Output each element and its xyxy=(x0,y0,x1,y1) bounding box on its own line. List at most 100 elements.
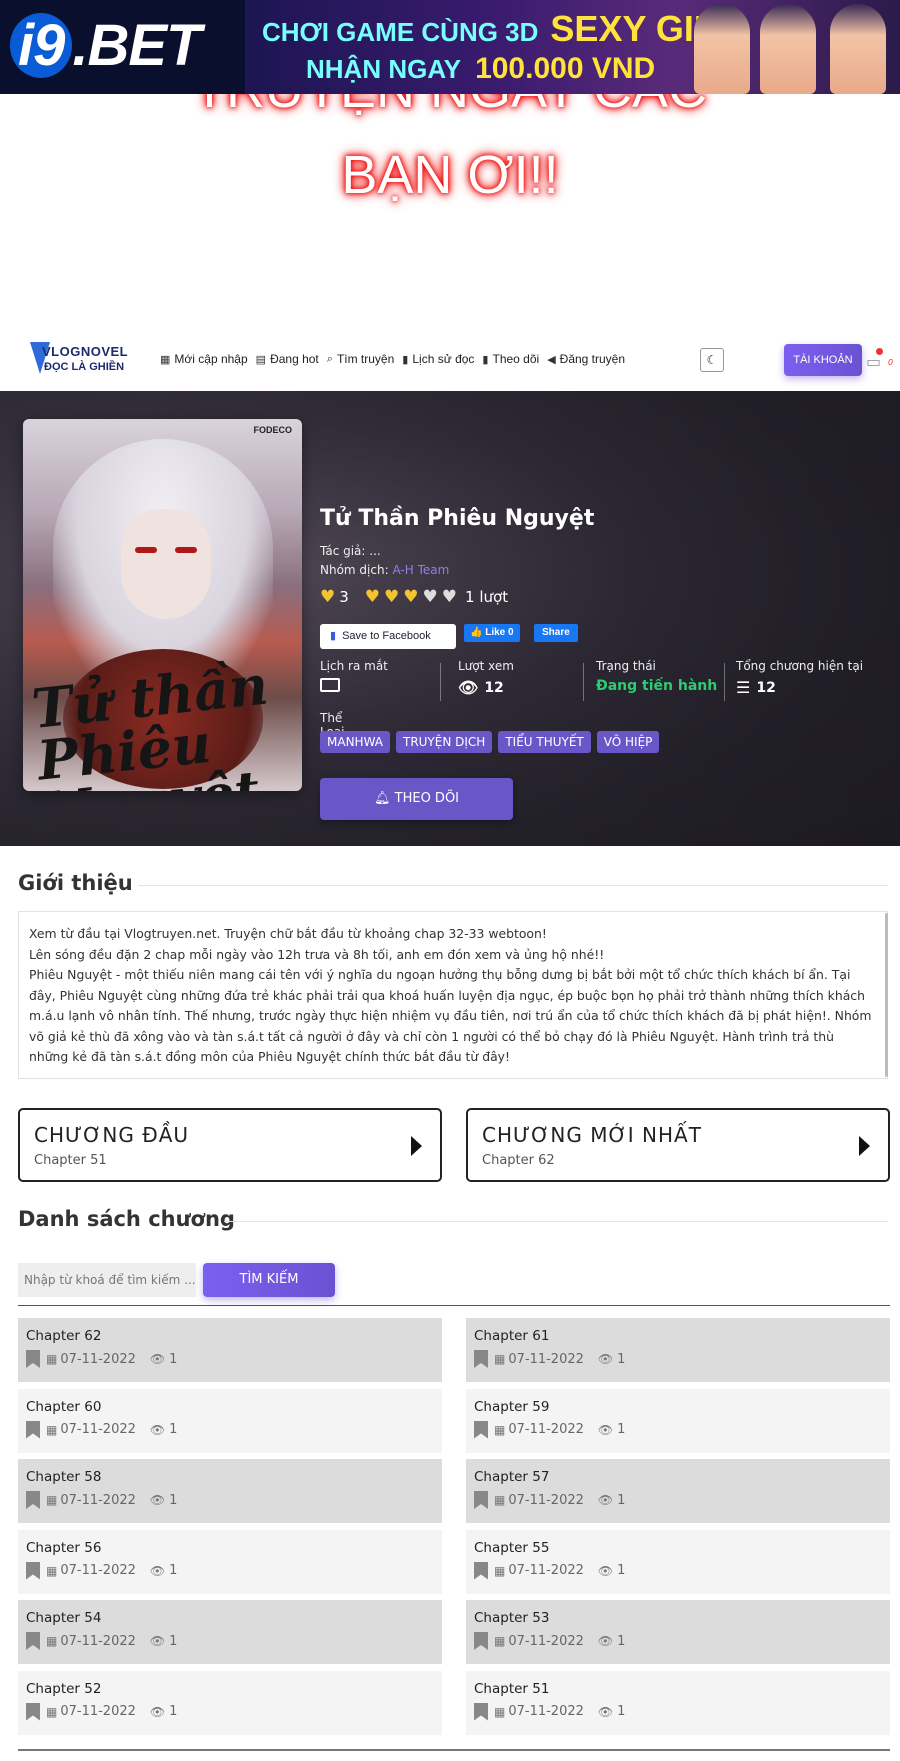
chapter-date: 07-11-2022 xyxy=(60,1563,136,1578)
chapter-views: 1 xyxy=(169,1633,178,1649)
search-icon: ⌕ xyxy=(326,352,333,365)
bookmark-icon[interactable] xyxy=(474,1491,488,1509)
promo-line-1: TRUYỆN NGAY CÁC xyxy=(0,94,900,120)
ad-figure xyxy=(760,4,816,94)
save-to-facebook-button[interactable]: ▮ Save to Facebook xyxy=(320,624,456,649)
chapter-row[interactable]: Chapter 57 ▦ 07-11-2022 👁 1 xyxy=(466,1459,890,1523)
chapter-row[interactable]: Chapter 55 ▦ 07-11-2022 👁 1 xyxy=(466,1529,890,1594)
nav-item-search[interactable]: ⌕ Tìm truyện xyxy=(327,352,395,366)
calendar-icon: ▦ xyxy=(46,1563,58,1578)
chapter-row[interactable]: Chapter 58 ▦ 07-11-2022 👁 1 xyxy=(18,1459,442,1523)
facebook-share-button[interactable]: Share xyxy=(534,624,578,642)
genre-tag[interactable]: VÕ HIỆP xyxy=(596,731,660,753)
chapter-row[interactable]: Chapter 59 ▦ 07-11-2022 👁 1 xyxy=(466,1388,890,1453)
rating-heart-icon[interactable]: ♥ xyxy=(365,587,380,607)
chapter-name[interactable]: Chapter 60 xyxy=(26,1399,434,1415)
notification-button[interactable]: ▭ 0 xyxy=(866,348,893,371)
chapter-name[interactable]: Chapter 54 xyxy=(26,1610,434,1626)
story-stats: Lịch ra mắt Lượt xem 👁 12 Trạng thái Đang… xyxy=(320,659,880,703)
nav-item-new-updates[interactable]: ▦ Mới cập nhập xyxy=(160,352,248,366)
chapter-name[interactable]: Chapter 59 xyxy=(474,1399,882,1415)
bookmark-icon[interactable] xyxy=(474,1632,488,1650)
bookmark-icon[interactable] xyxy=(474,1420,488,1439)
chapter-meta: ▦ 07-11-2022 👁 1 xyxy=(474,1350,882,1368)
bookmark-icon[interactable] xyxy=(26,1702,40,1721)
calendar-icon: ▦ xyxy=(494,1704,506,1719)
chapter-meta: ▦ 07-11-2022 👁 1 xyxy=(26,1350,434,1368)
chapter-row[interactable]: Chapter 54 ▦ 07-11-2022 👁 1 xyxy=(18,1600,442,1664)
nav-item-label: Tìm truyện xyxy=(336,352,395,366)
bookmark-icon[interactable] xyxy=(26,1632,40,1650)
calendar-icon: ▦ xyxy=(46,1704,58,1719)
bookmark-icon[interactable] xyxy=(474,1350,488,1368)
chapter-row[interactable]: Chapter 60 ▦ 07-11-2022 👁 1 xyxy=(18,1388,442,1453)
nav-item-label: Lịch sử đọc xyxy=(412,352,475,366)
genre-tag[interactable]: MANHWA xyxy=(320,731,390,753)
nav-item-hot[interactable]: ▤ Đang hot xyxy=(256,352,319,366)
promo-banner: TRUYỆN NGAY CÁC BẠN ƠI!! xyxy=(0,94,900,214)
genre-tag[interactable]: TRUYỆN DỊCH xyxy=(395,731,493,753)
account-button[interactable]: TÀI KHOẢN xyxy=(784,344,862,376)
chapter-name[interactable]: Chapter 52 xyxy=(26,1681,434,1697)
bookmark-icon: ▮ xyxy=(330,630,337,642)
genre-tag[interactable]: TIỂU THUYẾT xyxy=(498,731,591,753)
rating-heart-icon[interactable]: ♥ xyxy=(423,587,438,607)
ad-logo-suffix: .BET xyxy=(72,13,201,78)
chapter-name[interactable]: Chapter 58 xyxy=(26,1469,434,1485)
chapter-search-input[interactable] xyxy=(18,1263,196,1297)
calendar-list-icon xyxy=(320,678,340,692)
bookmark-icon[interactable] xyxy=(26,1561,40,1580)
eye-icon: 👁 xyxy=(149,1634,166,1648)
chapter-name[interactable]: Chapter 61 xyxy=(474,1328,882,1344)
chapter-name[interactable]: Chapter 62 xyxy=(26,1328,434,1344)
chapter-name[interactable]: Chapter 55 xyxy=(474,1540,882,1556)
translator-link[interactable]: A-H Team xyxy=(392,563,449,577)
ad-line-2-text: NHẬN NGAY xyxy=(306,54,462,84)
rating-heart-icon[interactable]: ♥ xyxy=(384,587,399,607)
facebook-like-button[interactable]: 👍 Like 0 xyxy=(464,624,520,642)
chapter-name[interactable]: Chapter 53 xyxy=(474,1610,882,1626)
bookmark-icon[interactable] xyxy=(26,1420,40,1439)
follow-button[interactable]: 🔔︎ THEO DÕI xyxy=(320,778,513,820)
chapter-row[interactable]: Chapter 61 ▦ 07-11-2022 👁 1 xyxy=(466,1318,890,1382)
latest-chapter-button[interactable]: CHƯƠNG MỚI NHẤT Chapter 62 xyxy=(466,1108,890,1182)
rating-heart-icon[interactable]: ♥ xyxy=(442,587,457,607)
rating-heart-icon[interactable]: ♥ xyxy=(403,587,418,607)
chapter-name[interactable]: Chapter 51 xyxy=(474,1681,882,1697)
intro-heading: Giới thiệu xyxy=(18,871,133,895)
caret-right-icon xyxy=(411,1136,422,1156)
chapter-views: 1 xyxy=(617,1704,626,1719)
nav-item-label: Đang hot xyxy=(270,352,319,366)
intro-scrollbar[interactable] xyxy=(885,913,888,1077)
chapter-search-button[interactable]: TÌM KIẾM xyxy=(203,1263,335,1297)
chapter-name[interactable]: Chapter 57 xyxy=(474,1469,882,1485)
nav-item-post-story[interactable]: ◀ Đăng truyện xyxy=(547,352,625,366)
nav-menu: ▦ Mới cập nhập ▤ Đang hot ⌕ Tìm truyện ▮ Lịc… xyxy=(160,352,625,366)
bookmark-icon[interactable] xyxy=(474,1561,488,1580)
chapter-meta: ▦ 07-11-2022 👁 1 xyxy=(26,1702,434,1721)
first-chapter-button[interactable]: CHƯƠNG ĐẦU Chapter 51 xyxy=(18,1108,442,1182)
dark-mode-toggle[interactable]: ☾ xyxy=(700,348,724,372)
chapter-date: 07-11-2022 xyxy=(508,1492,584,1508)
stat-release: Lịch ra mắt xyxy=(320,659,388,701)
chapter-name[interactable]: Chapter 56 xyxy=(26,1540,434,1556)
site-logo[interactable]: VLOGNOVEL ĐỌC LÀ GHIỀN xyxy=(30,342,140,378)
intro-paragraph: Lên sóng đều đặn 2 chap mỗi ngày vào 12h… xyxy=(29,946,605,962)
author-line: Tác giả: ... xyxy=(320,544,381,558)
bookmark-icon[interactable] xyxy=(26,1350,40,1368)
chapter-meta: ▦ 07-11-2022 👁 1 xyxy=(26,1491,434,1509)
cover-title-art: Tử thần Phiêu Nguyệt xyxy=(28,652,272,791)
bookmark-icon[interactable] xyxy=(26,1491,40,1509)
bookmark-icon[interactable] xyxy=(474,1702,488,1721)
divider xyxy=(583,663,584,701)
chapter-row[interactable]: Chapter 62 ▦ 07-11-2022 👁 1 xyxy=(18,1318,442,1382)
chapter-date: 07-11-2022 xyxy=(60,1704,136,1719)
chapter-row[interactable]: Chapter 51 ▦ 07-11-2022 👁 1 xyxy=(466,1670,890,1735)
ad-banner[interactable]: i9 .BET CHƠI GAME CÙNG 3D SEXY GIRL NHẬN N… xyxy=(0,0,900,94)
chapter-row[interactable]: Chapter 56 ▦ 07-11-2022 👁 1 xyxy=(18,1529,442,1594)
chapter-row[interactable]: Chapter 53 ▦ 07-11-2022 👁 1 xyxy=(466,1600,890,1664)
nav-item-following[interactable]: ▮ Theo dõi xyxy=(482,352,539,366)
nav-item-history[interactable]: ▮ Lịch sử đọc xyxy=(402,352,474,366)
chapter-row[interactable]: Chapter 52 ▦ 07-11-2022 👁 1 xyxy=(18,1670,442,1735)
stat-value xyxy=(320,678,388,692)
